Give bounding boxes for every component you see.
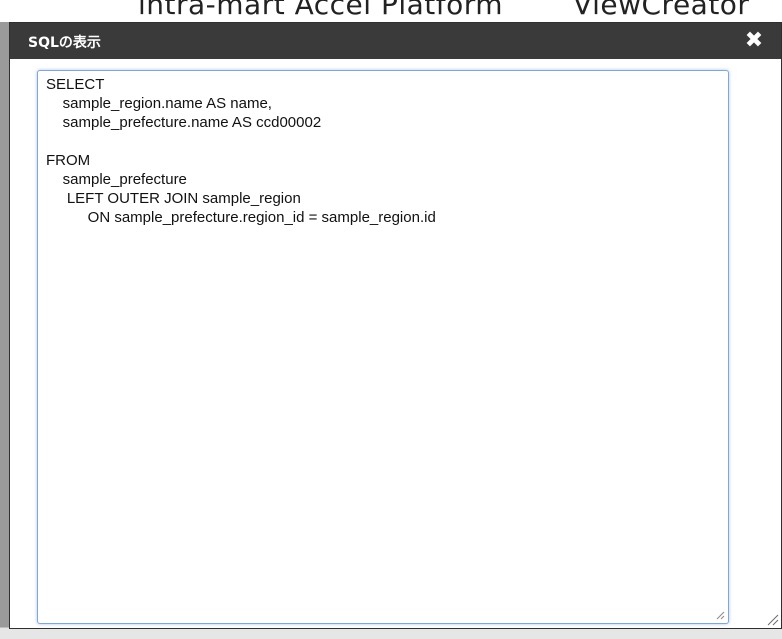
textarea-resize-handle-icon[interactable] (715, 610, 725, 620)
sql-line: LEFT OUTER JOIN sample_region (46, 190, 301, 207)
close-icon: ✖ (744, 28, 764, 53)
sql-line: SELECT (46, 76, 105, 93)
sql-line: FROM (46, 152, 91, 169)
dialog-titlebar[interactable]: SQLの表示 ✖ (10, 23, 781, 59)
sql-dialog: SQLの表示 ✖ SELECT sample_region.name AS na… (9, 22, 782, 629)
sql-line (46, 132, 720, 151)
sql-line: sample_region.name AS name, (46, 95, 272, 112)
sql-line: sample_prefecture (46, 171, 187, 188)
dialog-resize-handle-icon[interactable] (765, 612, 779, 626)
page-heading-module: ViewCreator (573, 0, 750, 21)
sql-line: ON sample_prefecture.region_id = sample_… (46, 209, 436, 226)
sql-textarea[interactable]: SELECT sample_region.name AS name, sampl… (37, 70, 729, 624)
page-heading-product: intra-mart Accel Platform (138, 0, 504, 21)
close-button[interactable]: ✖ (743, 29, 765, 53)
page-heading: intra-mart Accel Platform ViewCreator (0, 0, 782, 22)
dialog-title: SQLの表示 (28, 35, 101, 51)
sql-line: sample_prefecture.name AS ccd00002 (46, 114, 322, 131)
